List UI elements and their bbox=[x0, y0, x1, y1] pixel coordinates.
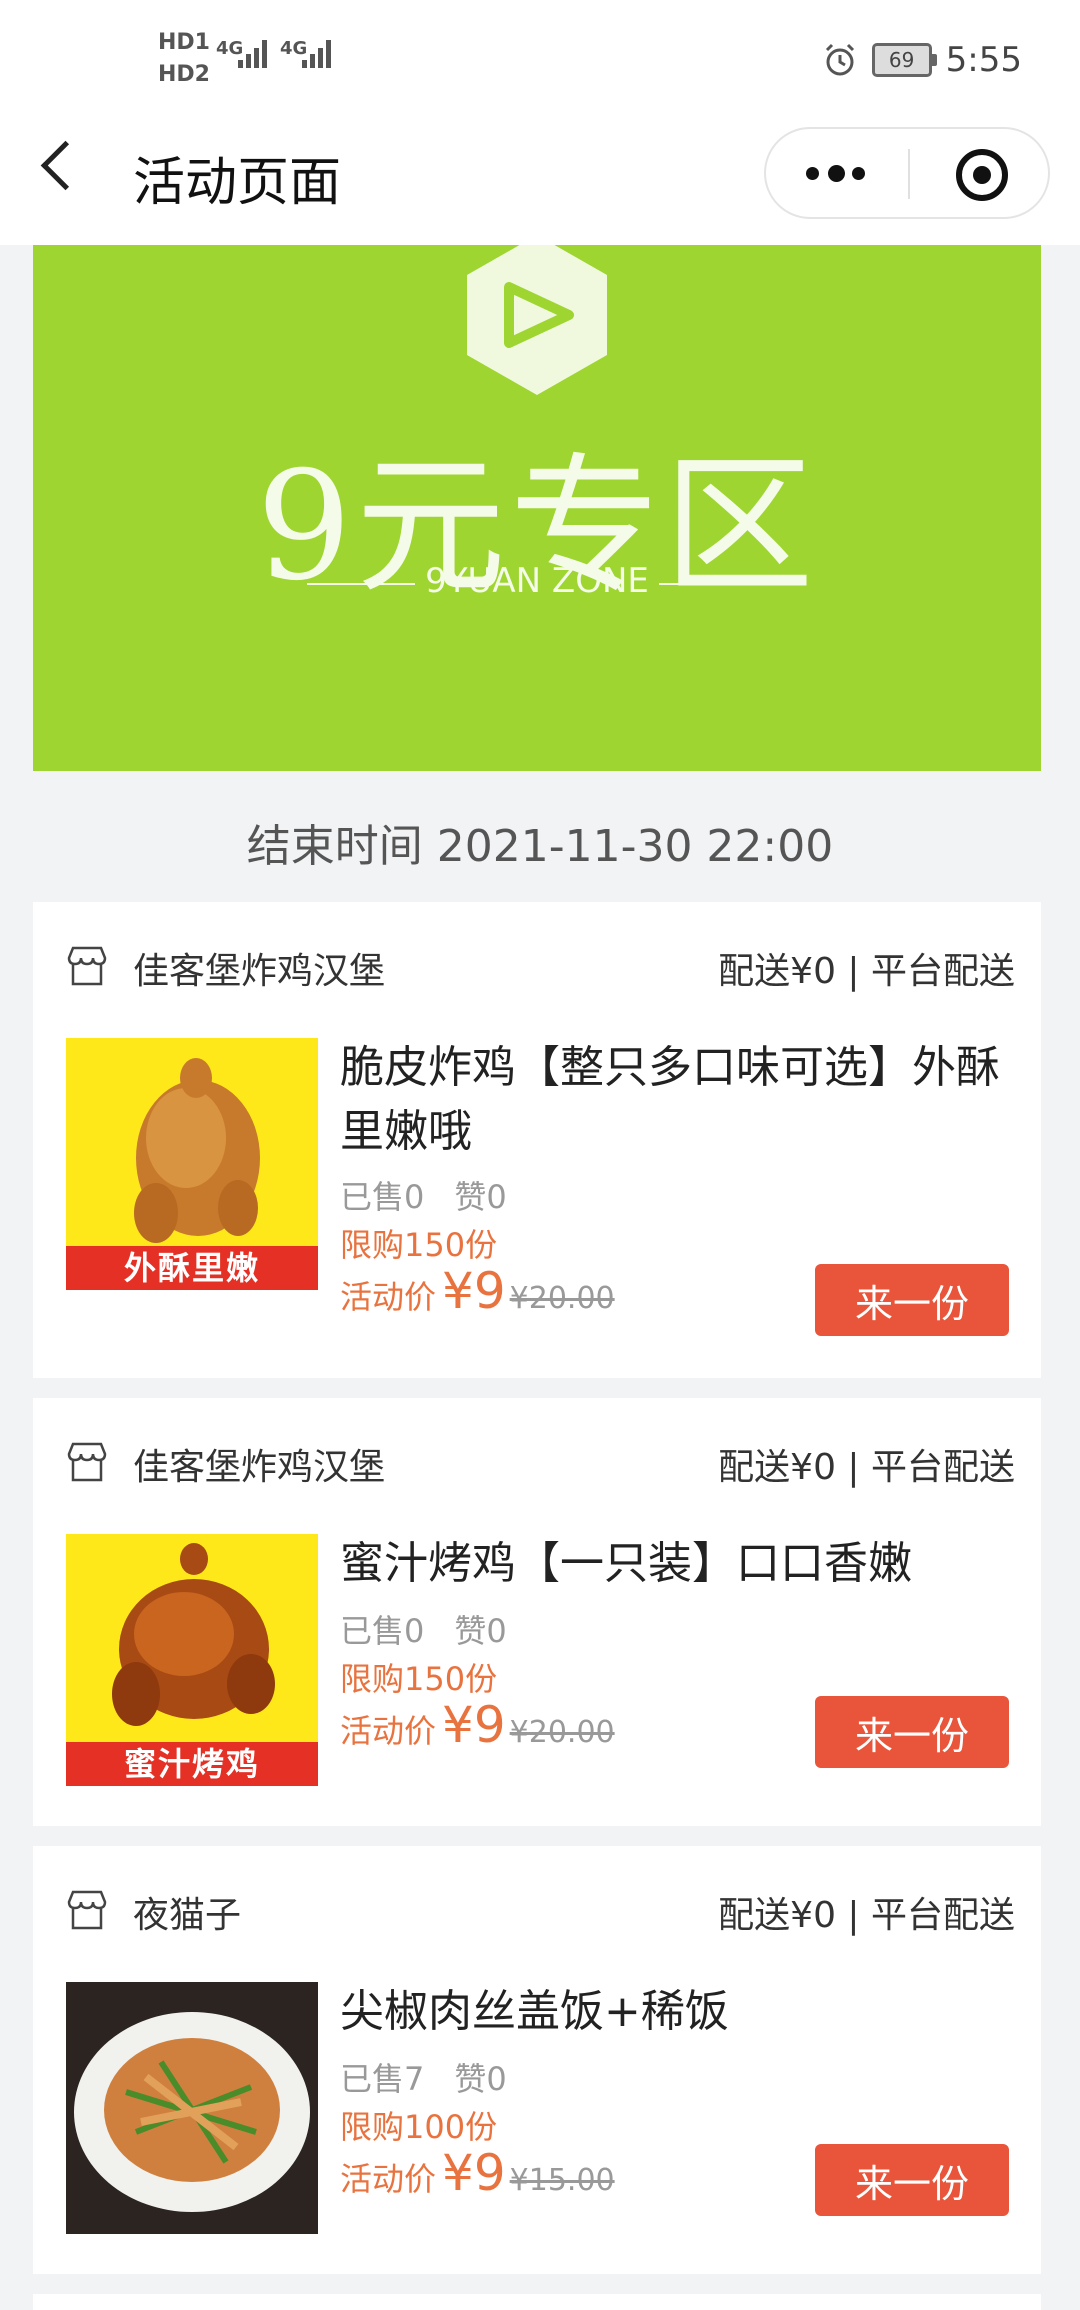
product-stats: 已售0 赞0 bbox=[340, 1172, 507, 1218]
promo-banner: 9元专区 9YUAN ZONE bbox=[33, 245, 1041, 771]
shop-icon bbox=[67, 1890, 107, 1930]
delivery-info: 配送¥0 | 平台配送 bbox=[718, 1895, 1015, 1936]
clock: 5:55 bbox=[945, 40, 1022, 80]
product-title[interactable]: 蜜汁烤鸡【一只装】口口香嫩 bbox=[340, 1532, 1020, 1596]
like-count: 赞0 bbox=[454, 1178, 507, 1216]
delivery-info: 配送¥0 | 平台配送 bbox=[718, 1447, 1015, 1488]
battery-icon: 69 bbox=[871, 43, 937, 77]
current-price: ¥9 bbox=[442, 2144, 506, 2202]
purchase-limit: 限购100份 bbox=[340, 2108, 498, 2146]
mini-program-capsule bbox=[764, 127, 1050, 219]
sim1-label: HD1 bbox=[158, 30, 210, 55]
purchase-limit: 限购150份 bbox=[340, 1226, 498, 1264]
status-right: 69 5:55 bbox=[822, 40, 1022, 80]
deal-card bbox=[33, 2294, 1041, 2310]
shop-icon bbox=[67, 946, 107, 986]
shop-icon bbox=[67, 1442, 107, 1482]
banner-subtitle: 9YUAN ZONE bbox=[307, 561, 767, 601]
price-row: 活动价 ¥9 ¥15.00 bbox=[340, 2144, 615, 2202]
like-count: 赞0 bbox=[454, 2060, 507, 2098]
product-title[interactable]: 脆皮炸鸡【整只多口味可选】外酥里嫩哦 bbox=[340, 1036, 1020, 1164]
capsule-divider bbox=[908, 149, 910, 199]
sold-count: 已售0 bbox=[340, 1612, 425, 1650]
signal-icon bbox=[302, 40, 334, 68]
sim2-label: HD2 bbox=[158, 62, 210, 87]
image-caption: 外酥里嫩 bbox=[66, 1246, 318, 1290]
deal-card: 夜猫子 配送¥0 | 平台配送 尖椒肉丝盖饭+稀饭 已售7 赞0 限购100份 活… bbox=[33, 1846, 1041, 2274]
image-caption: 蜜汁烤鸡 bbox=[66, 1742, 318, 1786]
price-label: 活动价 bbox=[340, 2160, 437, 2198]
signal-icon bbox=[238, 40, 270, 68]
purchase-limit: 限购150份 bbox=[340, 1660, 498, 1698]
original-price: ¥20.00 bbox=[509, 1281, 615, 1316]
original-price: ¥20.00 bbox=[509, 1715, 615, 1750]
status-bar: HD1 HD2 4G 4G 69 5:55 bbox=[0, 0, 1080, 120]
buy-button[interactable]: 来一份 bbox=[815, 1696, 1009, 1768]
price-row: 活动价 ¥9 ¥20.00 bbox=[340, 1696, 615, 1754]
price-row: 活动价 ¥9 ¥20.00 bbox=[340, 1262, 615, 1320]
rice-dish-image bbox=[74, 2012, 310, 2212]
alarm-icon bbox=[825, 43, 854, 76]
buy-button[interactable]: 来一份 bbox=[815, 2144, 1009, 2216]
price-label: 活动价 bbox=[340, 1278, 437, 1316]
shop-name[interactable]: 佳客堡炸鸡汉堡 bbox=[133, 942, 385, 994]
product-image[interactable] bbox=[66, 1982, 318, 2234]
delivery-info: 配送¥0 | 平台配送 bbox=[718, 951, 1015, 992]
like-count: 赞0 bbox=[454, 1612, 507, 1650]
more-icon[interactable] bbox=[806, 165, 870, 182]
buy-button[interactable]: 来一份 bbox=[815, 1264, 1009, 1336]
product-stats: 已售7 赞0 bbox=[340, 2054, 507, 2100]
product-title[interactable]: 尖椒肉丝盖饭+稀饭 bbox=[340, 1980, 1020, 2044]
page-title: 活动页面 bbox=[133, 153, 342, 213]
shop-name[interactable]: 夜猫子 bbox=[133, 1886, 241, 1938]
end-time: 结束时间 2021-11-30 22:00 bbox=[246, 821, 834, 872]
product-stats: 已售0 赞0 bbox=[340, 1606, 507, 1652]
play-logo-icon bbox=[467, 245, 607, 395]
current-price: ¥9 bbox=[442, 1696, 506, 1754]
price-label: 活动价 bbox=[340, 1712, 437, 1750]
product-image[interactable]: 外酥里嫩 bbox=[66, 1038, 318, 1290]
deal-card: 佳客堡炸鸡汉堡 配送¥0 | 平台配送 外酥里嫩 脆皮炸鸡【整只多口味可选】外酥… bbox=[33, 902, 1041, 1378]
shop-name[interactable]: 佳客堡炸鸡汉堡 bbox=[133, 1438, 385, 1490]
deal-card: 佳客堡炸鸡汉堡 配送¥0 | 平台配送 蜜汁烤鸡 蜜汁烤鸡【一只装】口口香嫩 已… bbox=[33, 1398, 1041, 1826]
sold-count: 已售0 bbox=[340, 1178, 425, 1216]
sold-count: 已售7 bbox=[340, 2060, 425, 2098]
target-icon[interactable] bbox=[956, 149, 1008, 201]
current-price: ¥9 bbox=[442, 1262, 506, 1320]
product-image[interactable]: 蜜汁烤鸡 bbox=[66, 1534, 318, 1786]
original-price: ¥15.00 bbox=[509, 2163, 615, 2198]
